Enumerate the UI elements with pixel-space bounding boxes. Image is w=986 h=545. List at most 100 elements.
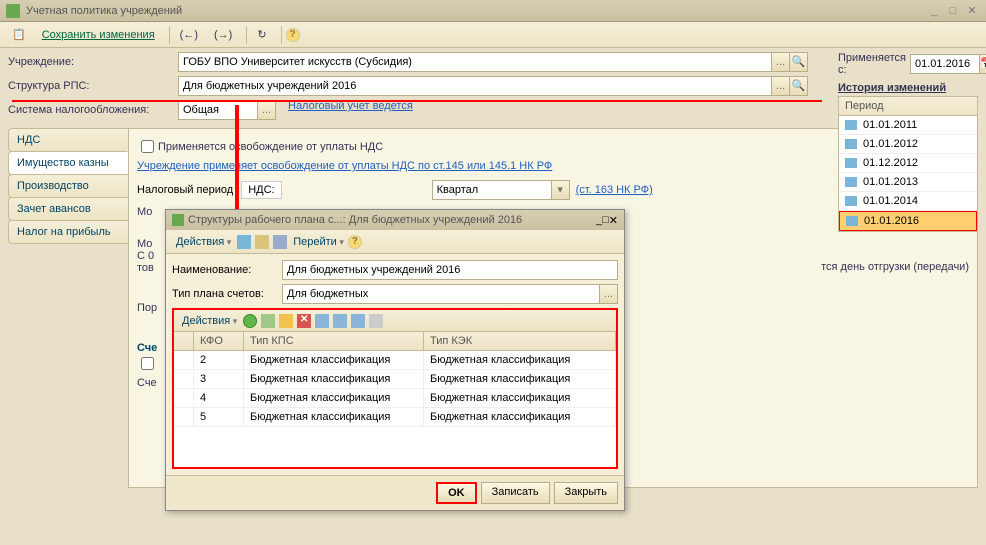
exempt-label: Применяется освобождение от уплаты НДС bbox=[158, 141, 383, 153]
tax-sys-dropdown[interactable]: ... bbox=[258, 100, 276, 120]
filter2-icon[interactable] bbox=[333, 314, 347, 328]
help-icon[interactable]: ? bbox=[286, 28, 300, 42]
applies-date-input[interactable]: 01.01.2016 bbox=[910, 54, 980, 74]
dialog-icon bbox=[172, 214, 184, 226]
dialog-footer: OK Записать Закрыть bbox=[166, 475, 624, 510]
filter-icon[interactable] bbox=[315, 314, 329, 328]
grid-row[interactable]: 5 Бюджетная классификация Бюджетная клас… bbox=[174, 408, 616, 427]
org-label: Учреждение: bbox=[8, 56, 178, 68]
close-button[interactable]: Закрыть bbox=[554, 482, 618, 504]
grid-col-kps[interactable]: Тип КПС bbox=[244, 332, 424, 350]
history-row[interactable]: 01.01.2014 bbox=[839, 192, 977, 211]
save-icon[interactable] bbox=[237, 235, 251, 249]
dlg-plantype-select[interactable]: ... bbox=[600, 284, 618, 304]
grid-col-kfo[interactable]: КФО bbox=[194, 332, 244, 350]
nav-next-button[interactable]: (→) bbox=[208, 27, 238, 43]
history-row[interactable]: 01.01.2012 bbox=[839, 135, 977, 154]
org-input[interactable]: ГОБУ ВПО Университет искусств (Субсидия) bbox=[178, 52, 772, 72]
annotation-line bbox=[12, 100, 822, 102]
nav-prev-button[interactable]: (←) bbox=[174, 27, 204, 43]
ok-button[interactable]: OK bbox=[436, 482, 477, 504]
rps-select-button[interactable]: ... bbox=[772, 76, 790, 96]
history-header: История изменений bbox=[838, 82, 978, 94]
app-icon bbox=[6, 4, 20, 18]
side-tabs: НДС Имущество казны Производство Зачет а… bbox=[8, 128, 128, 488]
actions-menu[interactable]: Действия bbox=[172, 234, 235, 250]
grid-header: КФО Тип КПС Тип КЭК bbox=[174, 332, 616, 351]
separator bbox=[246, 26, 247, 44]
tab-nds[interactable]: НДС bbox=[8, 128, 128, 152]
grid-col-icon bbox=[174, 332, 194, 350]
annotation-arrow bbox=[235, 105, 239, 225]
grid-row[interactable]: 2 Бюджетная классификация Бюджетная клас… bbox=[174, 351, 616, 370]
save-changes-button[interactable]: Сохранить изменения bbox=[36, 27, 161, 43]
clear-filter-icon[interactable] bbox=[369, 314, 383, 328]
goto-menu[interactable]: Перейти bbox=[289, 234, 348, 250]
list-icon[interactable]: 📋 bbox=[6, 26, 32, 43]
print-icon[interactable] bbox=[273, 235, 287, 249]
add-copy-icon[interactable] bbox=[261, 314, 275, 328]
exempt-checkbox[interactable] bbox=[141, 140, 154, 153]
save-button[interactable]: Записать bbox=[481, 482, 550, 504]
grid-row[interactable]: 3 Бюджетная классификация Бюджетная клас… bbox=[174, 370, 616, 389]
dlg-plantype-label: Тип плана счетов: bbox=[172, 288, 282, 300]
art163-link[interactable]: (ст. 163 НК РФ) bbox=[576, 184, 653, 196]
history-row[interactable]: 01.01.2013 bbox=[839, 173, 977, 192]
tax-period-dropdown[interactable]: ▾ bbox=[552, 180, 570, 200]
edit-icon[interactable] bbox=[279, 314, 293, 328]
kfo-grid: Действия ✕ КФО Тип КПС Тип КЭК 2 Бюджетн… bbox=[172, 308, 618, 469]
dialog-maximize[interactable]: □ bbox=[602, 214, 609, 226]
grid-toolbar: Действия ✕ bbox=[174, 310, 616, 332]
copy-icon[interactable] bbox=[255, 235, 269, 249]
grid-actions-menu[interactable]: Действия bbox=[178, 313, 241, 329]
dialog-help-icon[interactable]: ? bbox=[348, 235, 362, 249]
record-icon bbox=[846, 216, 858, 226]
partial-text-4: тов bbox=[137, 262, 154, 274]
rps-search-button[interactable]: 🔍 bbox=[790, 76, 808, 96]
dlg-name-label: Наименование: bbox=[172, 264, 282, 276]
window-title: Учетная политика учреждений bbox=[26, 5, 923, 17]
grid-col-kek[interactable]: Тип КЭК bbox=[424, 332, 616, 350]
separator bbox=[281, 26, 282, 44]
record-icon bbox=[845, 120, 857, 130]
history-col-header: Период bbox=[839, 97, 977, 116]
history-row[interactable]: 01.12.2012 bbox=[839, 154, 977, 173]
applies-date-picker[interactable]: 📅 bbox=[980, 54, 986, 74]
history-row[interactable]: 01.01.2011 bbox=[839, 116, 977, 135]
dlg-name-input[interactable]: Для бюджетных учреждений 2016 bbox=[282, 260, 618, 280]
tab-profit-tax[interactable]: Налог на прибыль bbox=[8, 220, 128, 244]
maximize-button[interactable]: □ bbox=[945, 4, 961, 18]
sch-checkbox[interactable] bbox=[141, 357, 154, 370]
org-select-button[interactable]: ... bbox=[772, 52, 790, 72]
dialog-title: Структуры рабочего плана с...: Для бюдже… bbox=[188, 214, 596, 226]
grid-row[interactable]: 4 Бюджетная классификация Бюджетная клас… bbox=[174, 389, 616, 408]
tab-property[interactable]: Имущество казны bbox=[8, 151, 128, 175]
dialog-toolbar: Действия Перейти ? bbox=[166, 230, 624, 254]
tab-production[interactable]: Производство bbox=[8, 174, 128, 198]
refresh-button[interactable]: ↻ bbox=[251, 26, 272, 43]
filter3-icon[interactable] bbox=[351, 314, 365, 328]
tax-sys-input[interactable]: Общая bbox=[178, 100, 258, 120]
close-button[interactable]: ✕ bbox=[964, 4, 980, 18]
tax-sys-label: Система налогообложения: bbox=[8, 104, 178, 116]
dialog-close[interactable]: ✕ bbox=[609, 214, 618, 227]
dlg-plantype-input[interactable]: Для бюджетных bbox=[282, 284, 600, 304]
record-icon bbox=[845, 177, 857, 187]
minimize-button[interactable]: _ bbox=[926, 4, 942, 18]
add-icon[interactable] bbox=[243, 314, 257, 328]
org-search-button[interactable]: 🔍 bbox=[790, 52, 808, 72]
applies-label: Применяется с: bbox=[838, 52, 906, 76]
rps-input[interactable]: Для бюджетных учреждений 2016 bbox=[178, 76, 772, 96]
window-titlebar: Учетная политика учреждений _ □ ✕ bbox=[0, 0, 986, 22]
rps-label: Структура РПС: bbox=[8, 80, 178, 92]
tax-accounting-link[interactable]: Налоговый учет ведется bbox=[288, 100, 413, 120]
record-icon bbox=[845, 158, 857, 168]
history-row-selected[interactable]: 01.01.2016 bbox=[839, 211, 977, 231]
rps-structure-dialog: Структуры рабочего плана с...: Для бюдже… bbox=[165, 209, 625, 511]
tax-period-value[interactable]: Квартал bbox=[432, 180, 552, 200]
tab-advances[interactable]: Зачет авансов bbox=[8, 197, 128, 221]
record-icon bbox=[845, 196, 857, 206]
delete-icon[interactable]: ✕ bbox=[297, 314, 311, 328]
tax-period-nds-label: НДС: bbox=[241, 181, 281, 199]
tax-period-label: Налоговый период bbox=[137, 184, 233, 196]
